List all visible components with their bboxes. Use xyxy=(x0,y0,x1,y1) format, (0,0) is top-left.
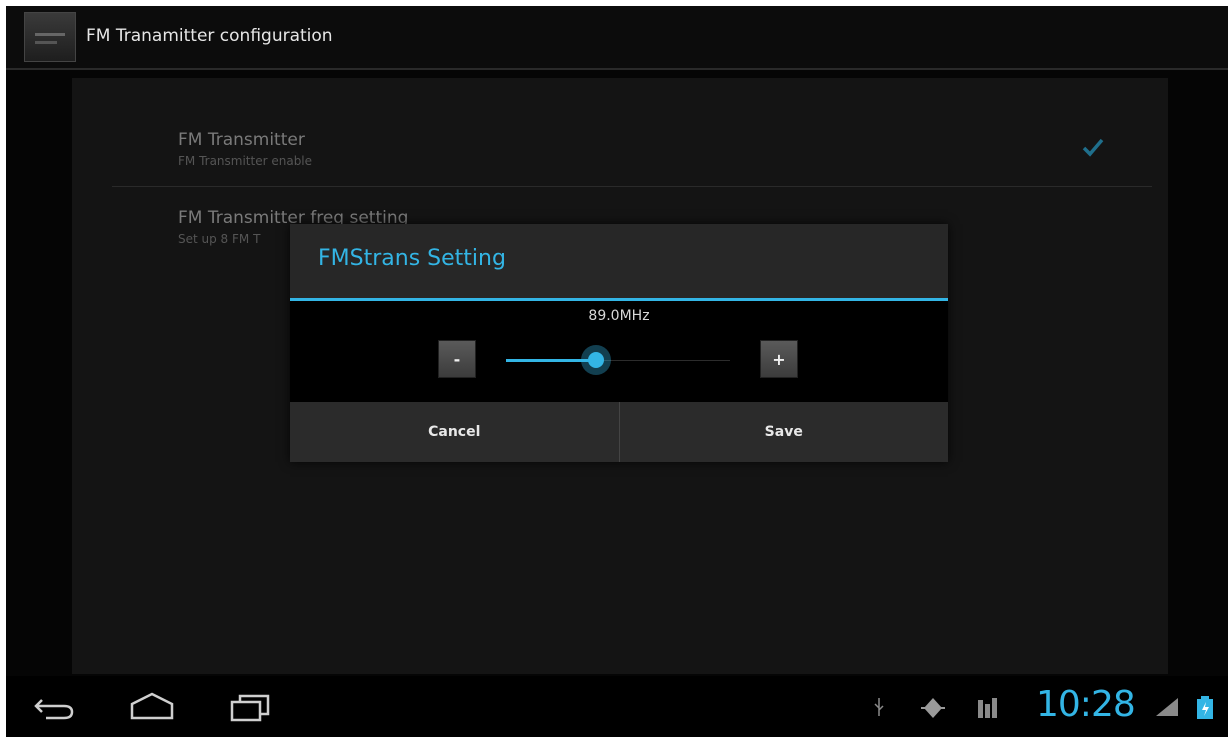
decrease-frequency-button[interactable]: - xyxy=(438,340,476,378)
pref-fm-transmitter[interactable]: FM Transmitter FM Transmitter enable xyxy=(178,130,312,168)
usb-icon xyxy=(874,698,884,716)
network-icon xyxy=(1156,698,1178,716)
home-icon[interactable] xyxy=(126,690,178,724)
dialog-title: FMStrans Setting xyxy=(318,246,506,271)
battery-icon xyxy=(1197,696,1213,719)
screen: FM Tranamitter configuration FM Transmit… xyxy=(6,6,1228,737)
page-title: FM Tranamitter configuration xyxy=(86,26,333,46)
clock: 10:28 xyxy=(1036,684,1136,725)
back-icon[interactable] xyxy=(32,690,78,724)
cancel-button[interactable]: Cancel xyxy=(290,402,619,462)
checkmark-icon[interactable] xyxy=(1080,134,1106,160)
fm-setting-dialog: FMStrans Setting 89.0MHz - + Cancel Save xyxy=(290,224,948,462)
divider xyxy=(112,186,1152,187)
pref-title: FM Transmitter xyxy=(178,130,305,150)
action-bar: FM Tranamitter configuration xyxy=(6,6,1228,70)
dialog-button-bar: Cancel Save xyxy=(290,402,948,462)
slider-thumb[interactable] xyxy=(580,345,611,375)
pref-summary: FM Transmitter enable xyxy=(178,154,313,168)
dialog-header: FMStrans Setting xyxy=(290,224,948,301)
system-bar: 10:28 xyxy=(6,676,1228,737)
frequency-slider[interactable] xyxy=(506,345,730,375)
debug-icon xyxy=(921,698,945,718)
recent-apps-icon[interactable] xyxy=(228,690,274,724)
increase-frequency-button[interactable]: + xyxy=(760,340,798,378)
save-button[interactable]: Save xyxy=(620,402,949,462)
app-settings-icon[interactable] xyxy=(24,12,76,62)
frequency-label: 89.0MHz xyxy=(588,308,650,324)
signal-icon xyxy=(978,698,997,718)
